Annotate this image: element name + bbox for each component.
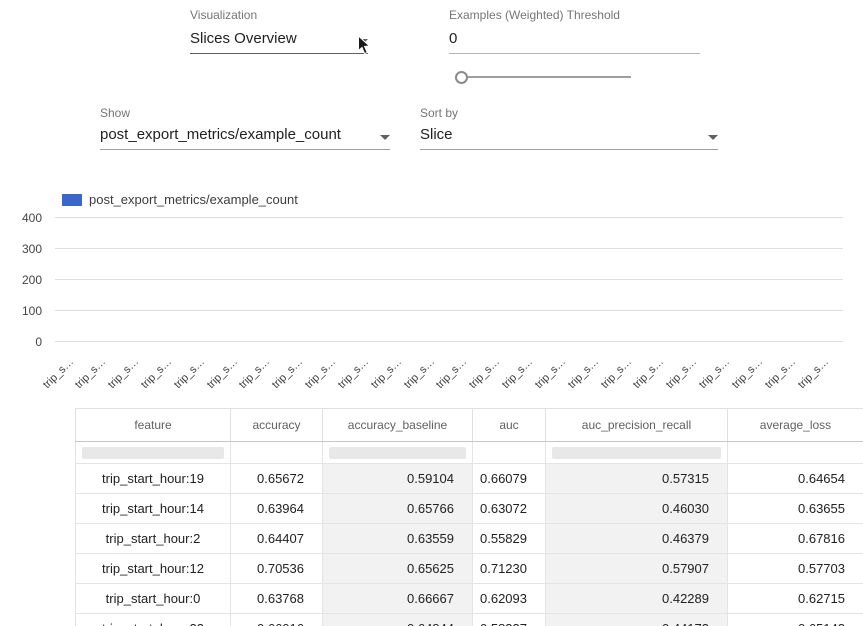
table-row[interactable]: trip_start_hour:120.705360.656250.712300… (76, 554, 863, 584)
filter-cell (546, 442, 728, 464)
metric-cell: 0.63072 (473, 494, 546, 524)
metric-cell: 0.64654 (728, 464, 863, 494)
feature-cell: trip_start_hour:0 (76, 584, 231, 614)
metric-cell: 0.64844 (323, 614, 473, 626)
visualization-label: Visualization (190, 8, 257, 22)
metric-cell: 0.67816 (728, 524, 863, 554)
filter-cell (473, 442, 546, 464)
chart-legend: post_export_metrics/example_count (62, 192, 298, 207)
feature-cell: trip_start_hour:19 (76, 464, 231, 494)
sort-by-select[interactable]: Slice (420, 126, 718, 150)
metric-cell: 0.62715 (728, 584, 863, 614)
visualization-select[interactable]: Slices Overview (190, 30, 368, 54)
show-select[interactable]: post_export_metrics/example_count (100, 126, 390, 150)
slider-thumb[interactable] (455, 71, 468, 84)
table-row[interactable]: trip_start_hour:190.656720.591040.660790… (76, 464, 863, 494)
filter-input[interactable] (329, 447, 466, 459)
metric-cell: 0.46030 (546, 494, 728, 524)
metric-cell: 0.44173 (546, 614, 728, 626)
metric-cell: 0.65766 (323, 494, 473, 524)
slices-overview-app: Visualization Slices Overview Examples (… (0, 0, 863, 626)
column-header-average_loss[interactable]: average_loss (728, 409, 863, 442)
plot-area (55, 218, 843, 342)
table-filter-row (76, 442, 863, 464)
metric-cell: 0.65625 (323, 554, 473, 584)
sort-by-value: Slice (420, 126, 453, 143)
example-count-bar-chart: post_export_metrics/example_count 0 100 20… (0, 188, 863, 406)
x-axis: trip_s…trip_s…trip_s…trip_s…trip_s…trip_… (55, 344, 843, 402)
metric-cell: 0.66079 (473, 464, 546, 494)
show-label: Show (100, 106, 130, 120)
y-tick-label: 400 (22, 211, 42, 225)
bars-container (55, 218, 843, 342)
column-header-auc[interactable]: auc (473, 409, 546, 442)
y-tick-label: 200 (22, 273, 42, 287)
column-header-accuracy[interactable]: accuracy (231, 409, 323, 442)
filter-cell (728, 442, 863, 464)
y-tick-label: 0 (35, 335, 42, 349)
table-row[interactable]: trip_start_hour:230.660160.648440.583370… (76, 614, 863, 626)
slider-track[interactable] (455, 76, 631, 78)
table-header-row: featureaccuracyaccuracy_baselineaucauc_p… (76, 409, 863, 442)
metric-cell: 0.57907 (546, 554, 728, 584)
chevron-down-icon (708, 135, 718, 140)
sort-by-label: Sort by (420, 106, 458, 120)
metric-cell: 0.57703 (728, 554, 863, 584)
filter-input[interactable] (82, 447, 224, 459)
metric-cell: 0.66016 (231, 614, 323, 626)
metric-cell: 0.63964 (231, 494, 323, 524)
metric-cell: 0.65672 (231, 464, 323, 494)
column-header-feature[interactable]: feature (76, 409, 231, 442)
metric-cell: 0.59104 (323, 464, 473, 494)
table-row[interactable]: trip_start_hour:00.637680.666670.620930.… (76, 584, 863, 614)
metric-cell: 0.65142 (728, 614, 863, 626)
feature-cell: trip_start_hour:23 (76, 614, 231, 626)
filter-cell (231, 442, 323, 464)
metric-cell: 0.64407 (231, 524, 323, 554)
feature-cell: trip_start_hour:2 (76, 524, 231, 554)
metric-cell: 0.58337 (473, 614, 546, 626)
feature-cell: trip_start_hour:12 (76, 554, 231, 584)
y-axis: 0100200300400 (0, 218, 48, 342)
metric-cell: 0.46379 (546, 524, 728, 554)
threshold-slider[interactable] (455, 70, 631, 84)
metric-cell: 0.42289 (546, 584, 728, 614)
table-row[interactable]: trip_start_hour:20.644070.635590.558290.… (76, 524, 863, 554)
feature-cell: trip_start_hour:14 (76, 494, 231, 524)
show-value: post_export_metrics/example_count (100, 126, 341, 143)
y-tick-label: 100 (22, 304, 42, 318)
filter-input[interactable] (552, 447, 721, 459)
filter-cell (76, 442, 231, 464)
x-tick: trip_s… (810, 344, 843, 402)
x-tick-label: trip_s… (40, 356, 75, 391)
metric-cell: 0.66667 (323, 584, 473, 614)
metric-cell: 0.55829 (473, 524, 546, 554)
chevron-down-icon (380, 135, 390, 140)
metrics-table: featureaccuracyaccuracy_baselineaucauc_p… (75, 408, 863, 626)
threshold-label: Examples (Weighted) Threshold (449, 8, 620, 22)
column-header-accuracy_baseline[interactable]: accuracy_baseline (323, 409, 473, 442)
metric-cell: 0.57315 (546, 464, 728, 494)
legend-swatch (62, 194, 82, 206)
metric-cell: 0.71230 (473, 554, 546, 584)
filter-cell (323, 442, 473, 464)
visualization-value: Slices Overview (190, 30, 297, 47)
metric-cell: 0.63768 (231, 584, 323, 614)
metric-cell: 0.62093 (473, 584, 546, 614)
metric-cell: 0.63655 (728, 494, 863, 524)
threshold-input[interactable]: 0 (449, 30, 700, 54)
metric-cell: 0.70536 (231, 554, 323, 584)
table-row[interactable]: trip_start_hour:140.639640.657660.630720… (76, 494, 863, 524)
mouse-cursor-icon (357, 35, 372, 61)
legend-label: post_export_metrics/example_count (89, 192, 298, 207)
y-tick-label: 300 (22, 242, 42, 256)
column-header-auc_precision_recall[interactable]: auc_precision_recall (546, 409, 728, 442)
metric-cell: 0.63559 (323, 524, 473, 554)
